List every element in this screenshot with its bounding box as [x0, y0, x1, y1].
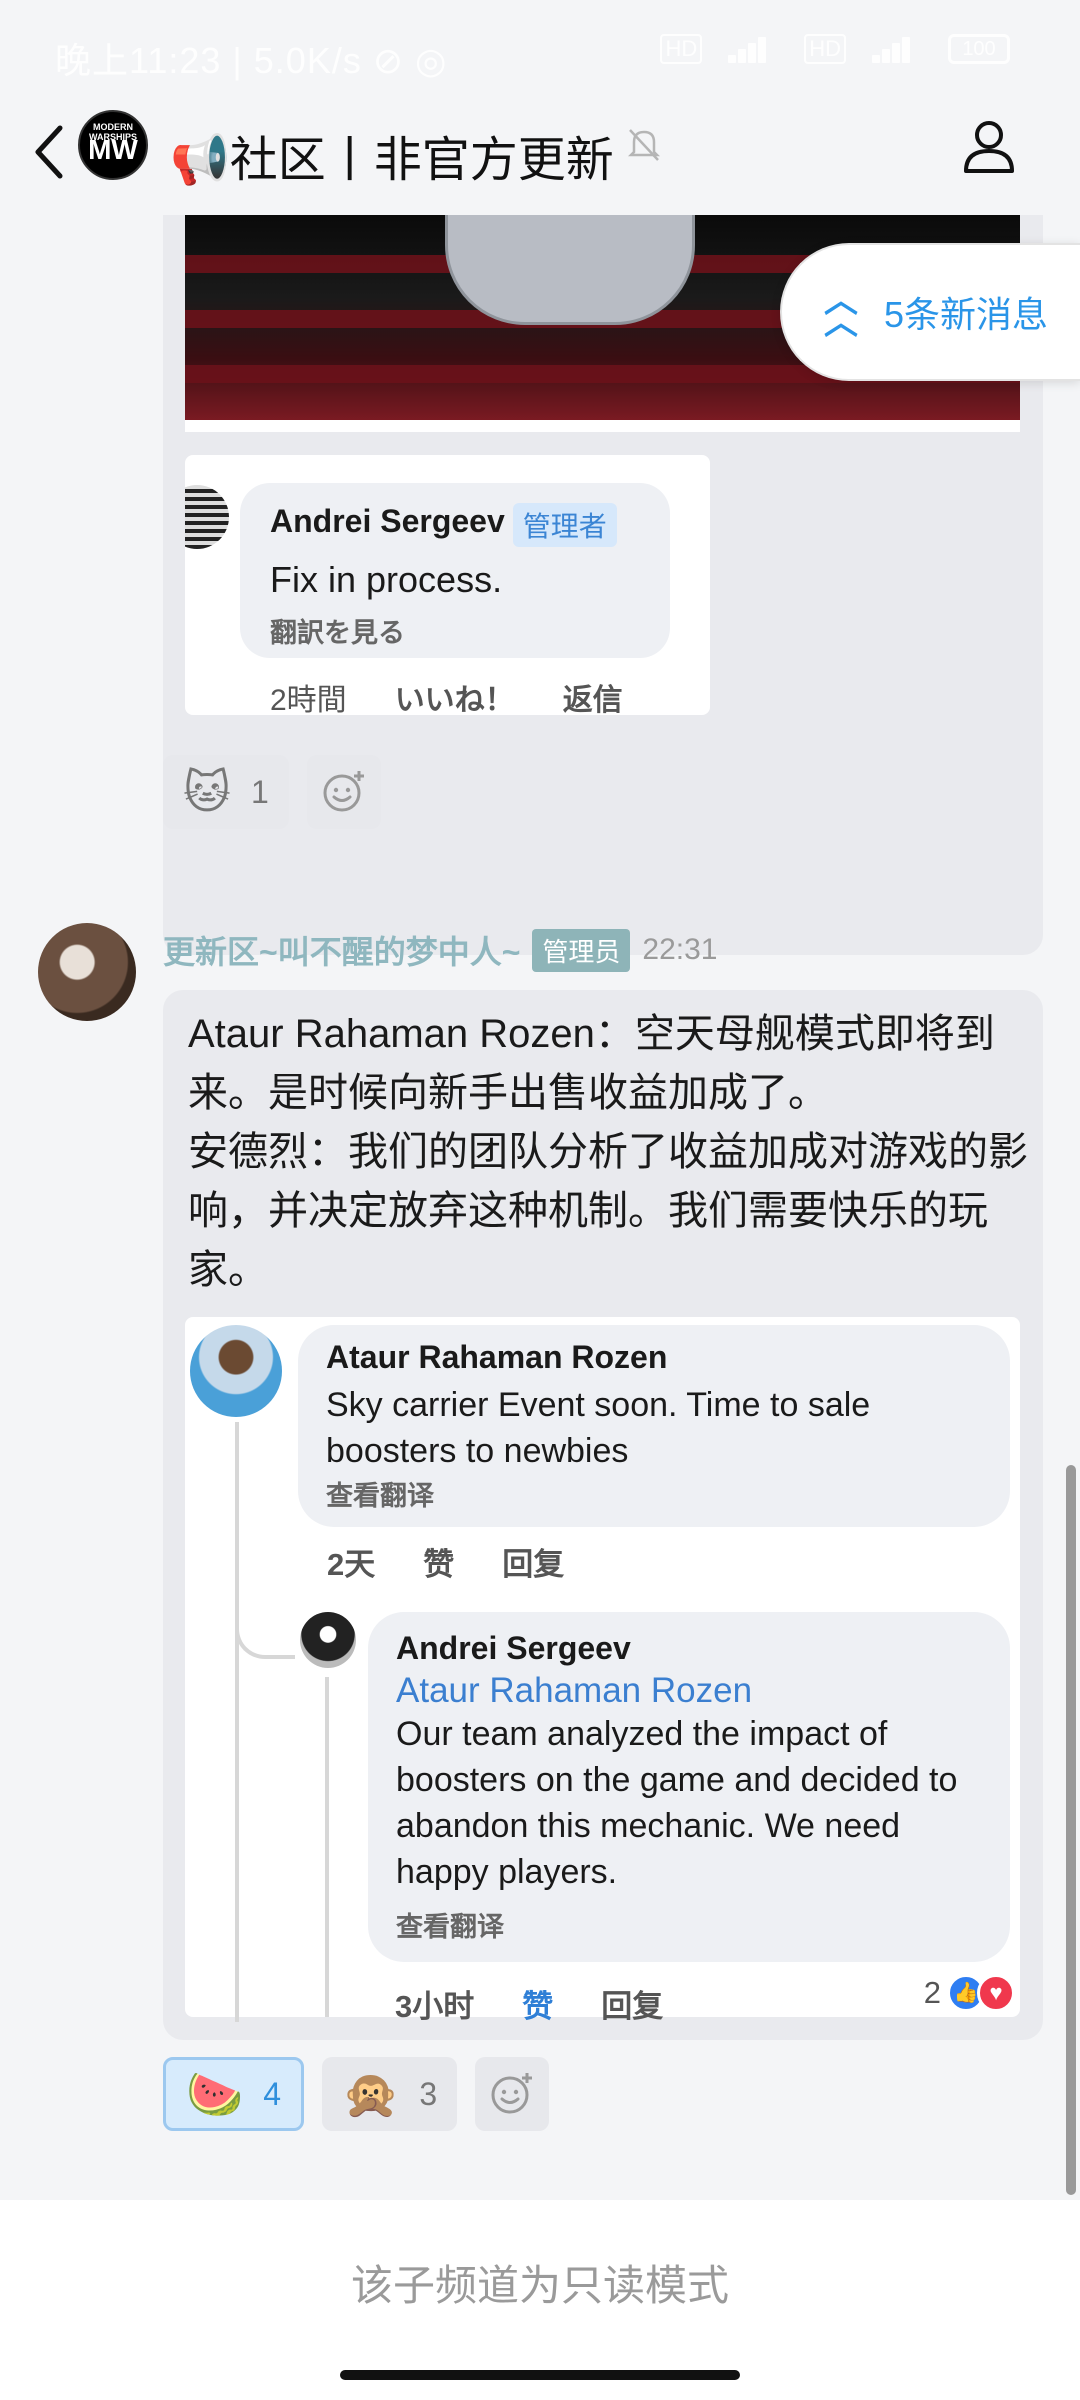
channel-title[interactable]: 📢社区丨非官方更新 — [170, 120, 614, 190]
author-avatar[interactable] — [38, 923, 136, 1021]
author-name[interactable]: 更新区~叫不醒的梦中人~ — [163, 927, 520, 973]
comment-bubble: Andrei Sergeev 管理者 Fix in process. 翻訳を見る — [240, 483, 670, 658]
scrollbar[interactable] — [1066, 1465, 1076, 2195]
reply-reaction-summary: 2 👍 ♥ — [924, 1974, 1015, 2012]
home-indicator[interactable] — [340, 2370, 740, 2380]
reply-text: Our team analyzed the impact of boosters… — [396, 1715, 958, 1891]
new-messages-button[interactable]: ︿ ︿ 5条新消息 — [780, 243, 1080, 381]
back-arrow-icon[interactable] — [30, 122, 70, 182]
reaction-chip[interactable]: 🙊 3 — [322, 2057, 458, 2131]
translate-link: 翻訳を見る — [270, 618, 405, 648]
commenter-name: Ataur Rahaman Rozen — [326, 1339, 668, 1375]
add-reaction-button[interactable] — [306, 755, 381, 829]
hd-icon-2: HD — [804, 34, 846, 64]
mention-link: Ataur Rahaman Rozen — [396, 1671, 753, 1710]
hd-icon: HD — [660, 34, 703, 64]
readonly-notice: 该子频道为只读模式 — [350, 2262, 729, 2309]
add-emoji-icon — [491, 2073, 533, 2114]
channel-logo: MODERN WARSHIPS MW — [78, 110, 148, 180]
watermelon-emoji-icon: 🍉 — [186, 2067, 244, 2120]
cat-emoji-icon: 🐱 — [183, 766, 231, 818]
reply-action: 返信 — [562, 684, 623, 715]
comment-actions: 2時間 いいね！ 返信 — [270, 675, 623, 715]
post-time: 22:31 — [642, 933, 718, 966]
reaction-count: 1 — [250, 773, 269, 810]
post-text[interactable]: Ataur Rahaman Rozen：空天母舰模式即将到来。是时候向新手出售收… — [188, 1005, 1028, 1300]
comment-text: Sky carrier Event soon. Time to sale boo… — [326, 1386, 871, 1470]
battery-icon: 100 — [948, 34, 1010, 64]
signal-icon-2 — [872, 35, 922, 63]
reply-action: 回复 — [601, 1989, 664, 2024]
replier-name: Andrei Sergeev — [396, 1630, 631, 1666]
like-action: 赞 — [423, 1547, 455, 1582]
reaction-chip-selected[interactable]: 🍉 4 — [163, 2057, 305, 2131]
double-chevron-up-icon: ︿ ︿ — [824, 282, 858, 342]
reaction-bar: 🐱 1 — [163, 755, 381, 829]
image-caption-strip — [185, 420, 1020, 432]
reply-time: 3小时 — [395, 1989, 475, 2024]
reaction-count: 4 — [263, 2075, 282, 2112]
comment-time: 2天 — [327, 1547, 376, 1582]
add-reaction-button[interactable] — [475, 2057, 550, 2131]
avatar — [190, 1325, 282, 1417]
thread-line — [235, 1422, 239, 2022]
status-left: 晚上11:23 | 5.0K/s ⊘ ◎ — [55, 40, 448, 81]
bell-off-icon — [627, 129, 661, 161]
translate-link: 查看翻译 — [326, 1481, 434, 1511]
post-text-line-1: Ataur Rahaman Rozen：空天母舰模式即将到来。是时候向新手出售收… — [188, 1012, 995, 1115]
status-time: 晚上11:23 — [55, 40, 222, 81]
status-bar: 晚上11:23 | 5.0K/s ⊘ ◎ HD HD 100 — [0, 0, 1080, 105]
reaction-chip[interactable]: 🐱 1 — [163, 755, 289, 829]
comment-bubble: Ataur Rahaman Rozen Sky carrier Event so… — [298, 1325, 1010, 1527]
embedded-comment: Andrei Sergeev 管理者 Fix in process. 翻訳を見る … — [185, 455, 710, 715]
message-list[interactable]: Andrei Sergeev 管理者 Fix in process. 翻訳を見る … — [0, 215, 1080, 2200]
avatar — [300, 1612, 356, 1668]
admin-badge: 管理员 — [532, 928, 631, 972]
post-header: 更新区~叫不醒的梦中人~ 管理员 22:31 — [163, 927, 717, 973]
comment-time: 2時間 — [270, 684, 347, 715]
thread-line — [325, 1677, 329, 2017]
reply-bubble: Andrei Sergeev Ataur Rahaman Rozen Our t… — [368, 1612, 1010, 1962]
translate-link: 查看翻译 — [396, 1912, 504, 1942]
like-action: いいね！ — [394, 684, 515, 715]
thread-connector — [235, 1597, 295, 1659]
avatar — [185, 485, 229, 549]
commenter-name: Andrei Sergeev — [270, 503, 505, 539]
person-icon[interactable] — [958, 115, 1020, 177]
reply-action: 回复 — [502, 1547, 565, 1582]
admin-badge: 管理者 — [512, 503, 617, 547]
comment-text: Fix in process. — [270, 559, 503, 600]
reaction-count: 3 — [419, 2075, 438, 2112]
embedded-thread[interactable]: Ataur Rahaman Rozen Sky carrier Event so… — [185, 1317, 1020, 2024]
heart-icon: ♥ — [977, 1974, 1015, 2012]
post-text-line-2: 安德烈：我们的团队分析了收益加成对游戏的影响，并决定放弃这种机制。我们需要快乐的… — [188, 1130, 1028, 1292]
reaction-count: 2 — [923, 1975, 941, 2010]
signal-icon — [728, 35, 778, 63]
status-right: HD HD 100 — [660, 34, 1010, 64]
new-messages-label: 5条新消息 — [884, 294, 1049, 335]
add-emoji-icon — [323, 771, 364, 812]
like-action: 赞 — [522, 1989, 554, 2024]
network-speed: 5.0K/s — [253, 40, 362, 81]
reply-actions: 3小时 赞 回复 — [395, 1981, 663, 2026]
comment-actions: 2天 赞 回复 — [327, 1539, 564, 1584]
reaction-bar: 🍉 4 🙊 3 — [163, 2057, 550, 2131]
monkey-emoji-icon: 🙊 — [342, 2067, 400, 2120]
